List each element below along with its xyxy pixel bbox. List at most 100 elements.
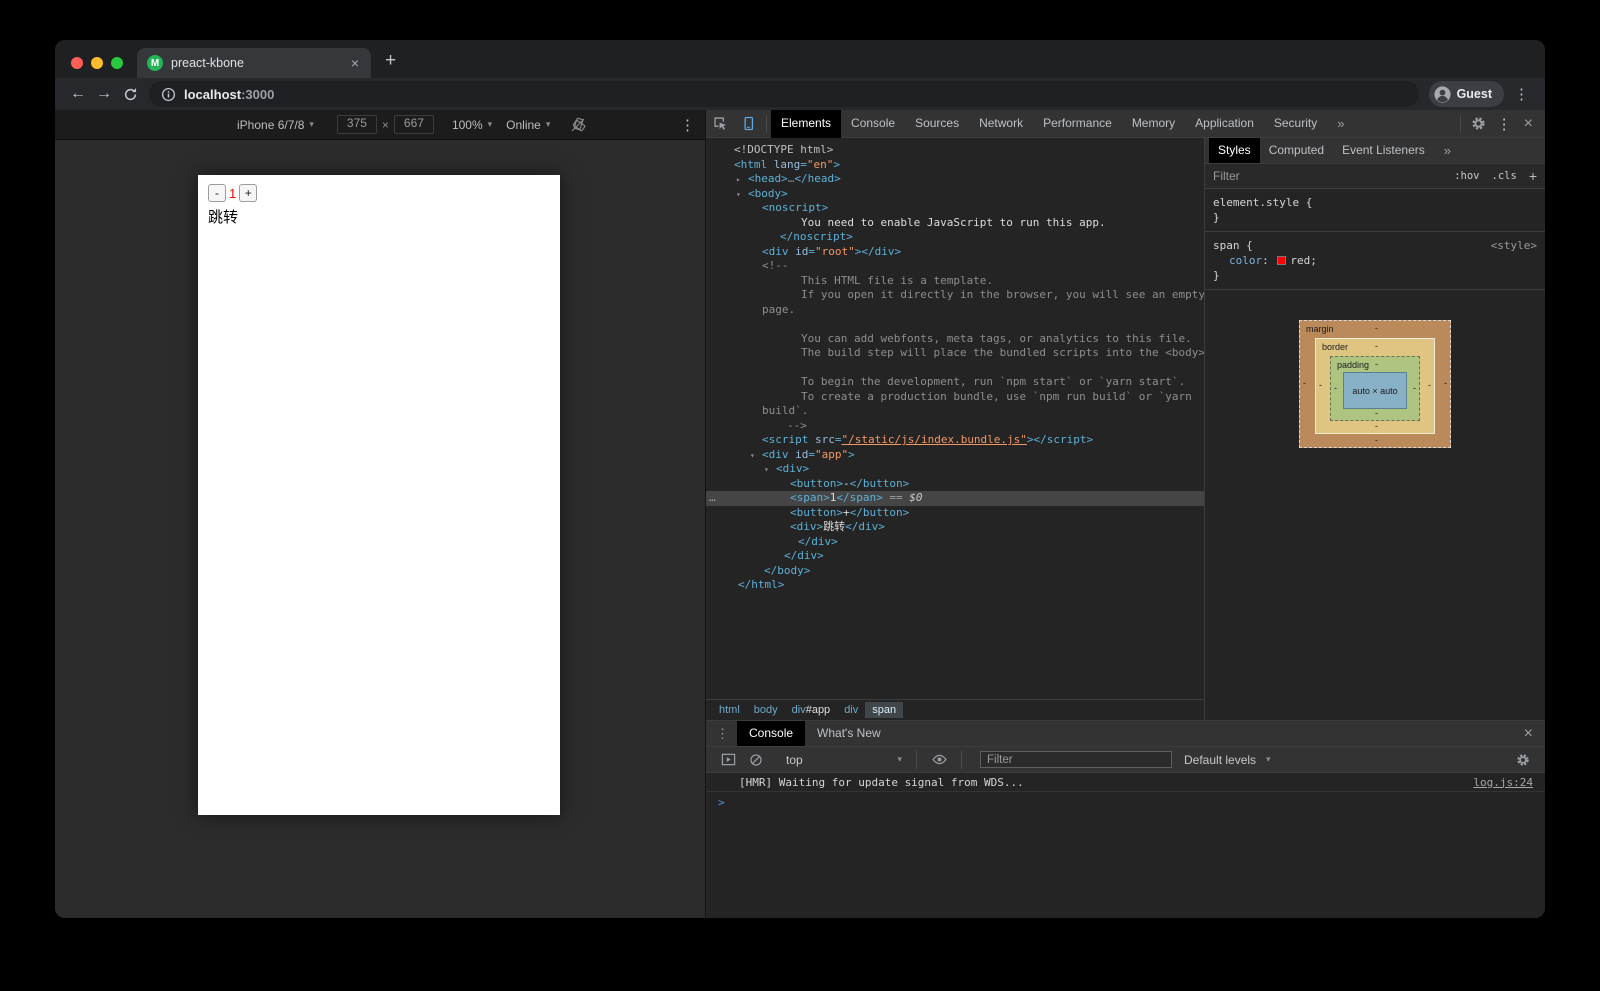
box-model-margin[interactable]: margin - - - - border - - - - — [1299, 320, 1451, 448]
dom-tree-node[interactable]: --> — [706, 419, 1204, 434]
collapse-arrow-icon[interactable]: ▾ — [750, 449, 755, 464]
styles-tab-computed[interactable]: Computed — [1260, 138, 1333, 163]
dom-tree-node[interactable]: …<span>1</span> == $0 — [706, 491, 1204, 506]
dom-tree-node[interactable]: ▾<div id="app"> — [706, 448, 1204, 463]
minus-button[interactable]: - — [208, 184, 226, 202]
breadcrumb-item[interactable]: span — [865, 702, 903, 718]
devtools-tab-sources[interactable]: Sources — [905, 110, 969, 138]
forward-button[interactable]: → — [91, 81, 117, 107]
devtools-tab-application[interactable]: Application — [1185, 110, 1264, 138]
box-model-border[interactable]: border - - - - padding - - - — [1315, 338, 1435, 434]
device-toolbar-toggle-button[interactable] — [734, 111, 762, 137]
dom-tree-node[interactable]: page. — [706, 303, 1204, 318]
devtools-menu-button[interactable]: ⋮ — [1493, 115, 1516, 133]
new-style-rule-button[interactable]: + — [1529, 168, 1537, 184]
more-panels-button[interactable]: » — [1327, 116, 1354, 131]
class-toggle[interactable]: .cls — [1492, 170, 1517, 182]
console-sidebar-toggle-button[interactable] — [714, 747, 742, 773]
rule-origin-link[interactable]: <style> — [1491, 238, 1537, 253]
css-property-name[interactable]: color — [1229, 254, 1262, 267]
dom-tree-node[interactable]: The build step will place the bundled sc… — [706, 346, 1204, 361]
dom-tree-node[interactable]: </div> — [706, 535, 1204, 550]
plus-button[interactable]: + — [239, 184, 257, 202]
live-expression-eye-button[interactable] — [925, 747, 953, 773]
drawer-menu-button[interactable]: ⋮ — [706, 726, 737, 742]
refresh-button[interactable] — [117, 81, 143, 107]
styles-filter-input[interactable]: Filter — [1213, 169, 1442, 183]
devtools-tab-elements[interactable]: Elements — [771, 110, 841, 138]
dom-tree-node[interactable]: To begin the development, run `npm start… — [706, 375, 1204, 390]
console-empty-area[interactable] — [706, 812, 1545, 918]
styles-tab-styles[interactable]: Styles — [1209, 138, 1260, 163]
breadcrumb-item[interactable]: html — [712, 702, 747, 718]
close-window-button[interactable] — [71, 57, 83, 69]
devtools-tab-performance[interactable]: Performance — [1033, 110, 1122, 138]
dom-tree-node[interactable]: </body> — [706, 564, 1204, 579]
profile-button[interactable]: Guest — [1429, 81, 1504, 107]
console-filter-input[interactable]: Filter — [980, 751, 1172, 768]
device-select[interactable]: iPhone 6/7/8 ▾ — [237, 118, 314, 132]
breadcrumb-item[interactable]: div — [837, 702, 865, 718]
devtools-close-button[interactable]: × — [1516, 115, 1545, 133]
dom-tree-node[interactable]: ▾<body> — [706, 187, 1204, 202]
throttle-select[interactable]: Online ▾ — [506, 118, 550, 132]
inspect-button[interactable] — [706, 111, 734, 137]
dom-tree-node[interactable]: </div> — [706, 549, 1204, 564]
dom-tree-node[interactable]: <button>+</button> — [706, 506, 1204, 521]
dom-tree-node[interactable]: To create a production bundle, use `npm … — [706, 390, 1204, 405]
box-model-padding[interactable]: padding - - - - auto × auto — [1330, 356, 1420, 421]
css-property-value[interactable]: red; — [1290, 254, 1317, 267]
url-bar[interactable]: localhost:3000 — [149, 81, 1419, 107]
breadcrumb-item[interactable]: div#app — [785, 702, 838, 718]
dom-tree-node[interactable]: ▸<head>…</head> — [706, 172, 1204, 187]
color-swatch[interactable] — [1277, 256, 1286, 265]
console-source-link[interactable]: log.js:24 — [1473, 776, 1533, 789]
box-model-content[interactable]: auto × auto — [1343, 372, 1407, 409]
new-tab-button[interactable]: + — [371, 50, 408, 78]
browser-menu-button[interactable]: ⋮ — [1504, 85, 1535, 103]
dom-tree-node[interactable]: <html lang="en"> — [706, 158, 1204, 173]
styles-tab-event-listeners[interactable]: Event Listeners — [1333, 138, 1434, 163]
dom-tree-node[interactable]: </html> — [706, 578, 1204, 593]
device-width-input[interactable]: 375 — [337, 115, 377, 134]
dom-tree-node[interactable] — [706, 317, 1204, 332]
zoom-select[interactable]: 100% ▾ — [452, 118, 492, 132]
more-style-tabs-button[interactable]: » — [1434, 143, 1461, 158]
dom-tree-node[interactable]: build`. — [706, 404, 1204, 419]
collapse-arrow-icon[interactable]: ▾ — [764, 463, 769, 478]
dom-tree-node[interactable]: ▾<div> — [706, 462, 1204, 477]
tab-close-icon[interactable]: × — [347, 55, 363, 71]
dom-tree-node[interactable]: <script src="/static/js/index.bundle.js"… — [706, 433, 1204, 448]
execution-context-select[interactable]: top ▾ — [780, 753, 908, 767]
back-button[interactable]: ← — [65, 81, 91, 107]
tab-console[interactable]: Console — [737, 721, 805, 746]
collapse-arrow-icon[interactable]: ▾ — [736, 188, 741, 203]
devtools-tab-memory[interactable]: Memory — [1122, 110, 1185, 138]
expand-arrow-icon[interactable]: ▸ — [736, 173, 741, 188]
minimize-window-button[interactable] — [91, 57, 103, 69]
console-settings-button[interactable] — [1509, 747, 1537, 773]
info-icon[interactable] — [161, 87, 176, 102]
device-height-input[interactable]: 667 — [394, 115, 434, 134]
inline-style-rule[interactable]: element.style { } — [1205, 189, 1545, 232]
dom-tree-node[interactable]: <!DOCTYPE html> — [706, 143, 1204, 158]
dom-tree-node[interactable]: <div id="root"></div> — [706, 245, 1204, 260]
console-prompt[interactable]: > — [706, 792, 1545, 812]
pseudo-state-toggle[interactable]: :hov — [1454, 170, 1479, 182]
devtools-settings-button[interactable] — [1465, 111, 1493, 137]
device-toolbar-menu-button[interactable]: ⋮ — [670, 116, 705, 134]
dom-tree-node[interactable]: </noscript> — [706, 230, 1204, 245]
dom-tree-node[interactable]: <!-- — [706, 259, 1204, 274]
dom-tree-node[interactable]: <button>-</button> — [706, 477, 1204, 492]
log-levels-select[interactable]: Default levels ▾ — [1184, 753, 1271, 767]
rotate-device-icon[interactable] — [570, 117, 586, 133]
zoom-window-button[interactable] — [111, 57, 123, 69]
close-drawer-button[interactable]: × — [1516, 725, 1545, 743]
devtools-tab-network[interactable]: Network — [969, 110, 1033, 138]
span-style-rule[interactable]: <style> span { color: red; } — [1205, 232, 1545, 290]
browser-tab[interactable]: M preact-kbone × — [137, 48, 371, 78]
devtools-tab-security[interactable]: Security — [1264, 110, 1327, 138]
breadcrumb-item[interactable]: body — [747, 702, 785, 718]
dom-tree-node[interactable]: <noscript> — [706, 201, 1204, 216]
dom-tree-node[interactable]: If you open it directly in the browser, … — [706, 288, 1204, 303]
